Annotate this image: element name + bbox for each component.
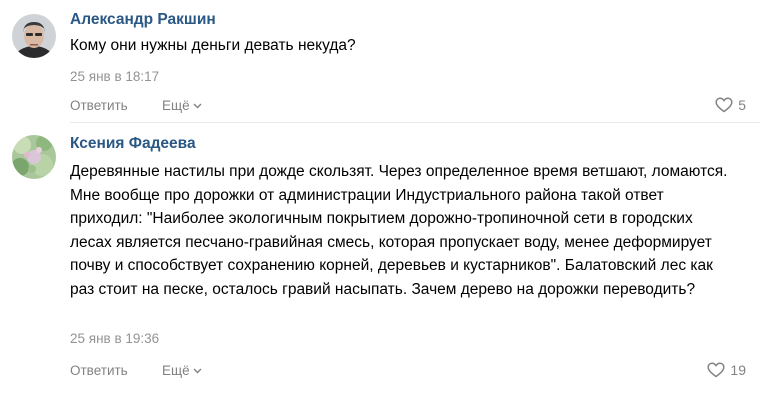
comment-actions: Ответить Ещё: [70, 98, 202, 113]
comment-item: Александр Ракшин Кому они нужны деньги д…: [0, 0, 760, 122]
chevron-down-icon: [193, 368, 202, 374]
comment-item: Ксения Фадеева Деревянные настилы при до…: [0, 123, 760, 405]
comment-author[interactable]: Ксения Фадеева: [70, 135, 196, 153]
comment-author[interactable]: Александр Ракшин: [70, 11, 216, 29]
comment-date[interactable]: 25 янв в 19:36: [70, 331, 159, 346]
more-button[interactable]: Ещё: [162, 363, 202, 378]
like-count: 5: [738, 97, 746, 113]
reply-button[interactable]: Ответить: [70, 363, 128, 378]
comment-actions: Ответить Ещё: [70, 363, 202, 378]
like-button[interactable]: 5: [715, 97, 746, 113]
more-label: Ещё: [162, 363, 190, 378]
more-button[interactable]: Ещё: [162, 98, 202, 113]
reply-button[interactable]: Ответить: [70, 98, 128, 113]
like-button[interactable]: 19: [707, 362, 746, 378]
heart-outline-icon: [715, 97, 733, 113]
comment-date[interactable]: 25 янв в 18:17: [70, 69, 159, 84]
like-count: 19: [730, 362, 746, 378]
chevron-down-icon: [193, 103, 202, 109]
avatar[interactable]: [12, 135, 56, 179]
more-label: Ещё: [162, 98, 190, 113]
heart-outline-icon: [707, 362, 725, 378]
comment-text: Кому они нужны деньги девать некуда?: [70, 37, 356, 54]
comment-text: Деревянные настилы при дожде скользят. Ч…: [70, 163, 728, 298]
avatar[interactable]: [12, 14, 56, 58]
